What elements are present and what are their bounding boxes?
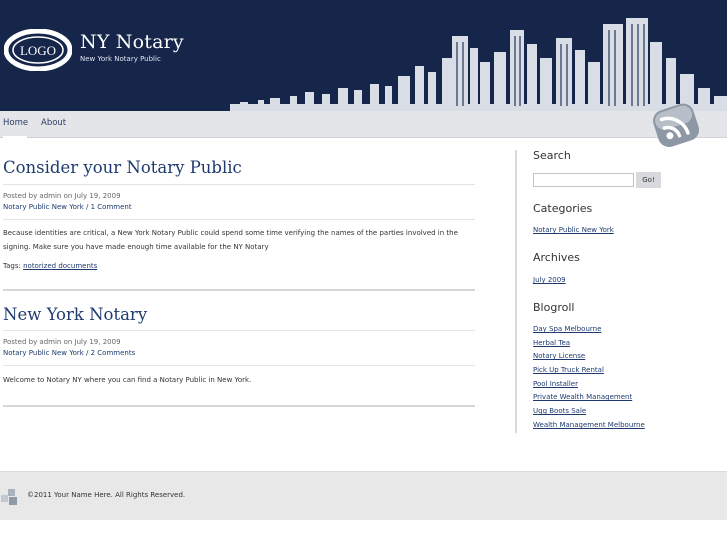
- sidebar-heading-search: Search: [533, 149, 571, 162]
- site-header: LOGO NY Notary New York Notary Public: [0, 0, 727, 111]
- footer-copyright: ©2011 Your Name Here. All Rights Reserve…: [27, 491, 186, 499]
- nav-item-about[interactable]: About: [41, 118, 66, 128]
- post-separator: [3, 289, 475, 291]
- blogroll-link[interactable]: Private Wealth Management: [533, 393, 632, 401]
- post-title[interactable]: Consider your Notary Public: [3, 158, 242, 177]
- site-footer: ©2011 Your Name Here. All Rights Reserve…: [0, 471, 727, 520]
- post-body: Welcome to Notary NY where you can find …: [3, 376, 252, 384]
- blogroll-link[interactable]: Day Spa Melbourne: [533, 325, 601, 333]
- post-title[interactable]: New York Notary: [3, 305, 147, 324]
- post-category-comments[interactable]: Notary Public New York / 2 Comments: [3, 349, 135, 357]
- divider: [3, 365, 475, 366]
- skyline-graphic: [230, 18, 727, 111]
- sidebar-divider: [515, 150, 517, 433]
- divider: [3, 330, 475, 331]
- site-title[interactable]: NY Notary: [80, 31, 184, 53]
- blogroll-link[interactable]: Wealth Management Melbourne: [533, 421, 645, 429]
- post-body: Because identities are critical, a New Y…: [3, 229, 458, 251]
- sidebar-heading-categories: Categories: [533, 202, 593, 215]
- sidebar-heading-blogroll: Blogroll: [533, 301, 575, 314]
- logo-icon[interactable]: LOGO: [4, 29, 72, 71]
- blogroll-link[interactable]: Notary License: [533, 352, 585, 360]
- active-tab-indicator: [3, 136, 27, 139]
- post-byline: Posted by admin on July 19, 2009: [3, 338, 121, 346]
- footer-blocks-icon: [1, 489, 17, 505]
- rss-icon[interactable]: [650, 100, 704, 150]
- search-input[interactable]: [533, 173, 634, 187]
- site-tagline: New York Notary Public: [80, 55, 161, 63]
- logo-text: LOGO: [20, 43, 56, 58]
- post-category-comments[interactable]: Notary Public New York / 1 Comment: [3, 203, 132, 211]
- archive-link[interactable]: July 2009: [533, 276, 566, 284]
- divider: [3, 219, 475, 220]
- blogroll-link[interactable]: Pick Up Truck Rental: [533, 366, 604, 374]
- tags-label: Tags:: [3, 262, 21, 270]
- category-link[interactable]: Notary Public New York: [533, 226, 614, 234]
- tag-link[interactable]: notorized documents: [23, 262, 97, 270]
- search-go-button[interactable]: Go!: [636, 172, 661, 188]
- divider: [3, 184, 475, 185]
- main-nav: Home About: [0, 111, 727, 138]
- blogroll-link[interactable]: Herbal Tea: [533, 339, 570, 347]
- blogroll-link[interactable]: Pool Installer: [533, 380, 578, 388]
- nav-item-home[interactable]: Home: [3, 118, 28, 128]
- post-tags: Tags: notorized documents: [3, 262, 97, 270]
- blogroll-link[interactable]: Ugg Boots Sale: [533, 407, 586, 415]
- post-separator: [3, 405, 475, 407]
- sidebar-heading-archives: Archives: [533, 251, 580, 264]
- post-byline: Posted by admin on July 19, 2009: [3, 192, 121, 200]
